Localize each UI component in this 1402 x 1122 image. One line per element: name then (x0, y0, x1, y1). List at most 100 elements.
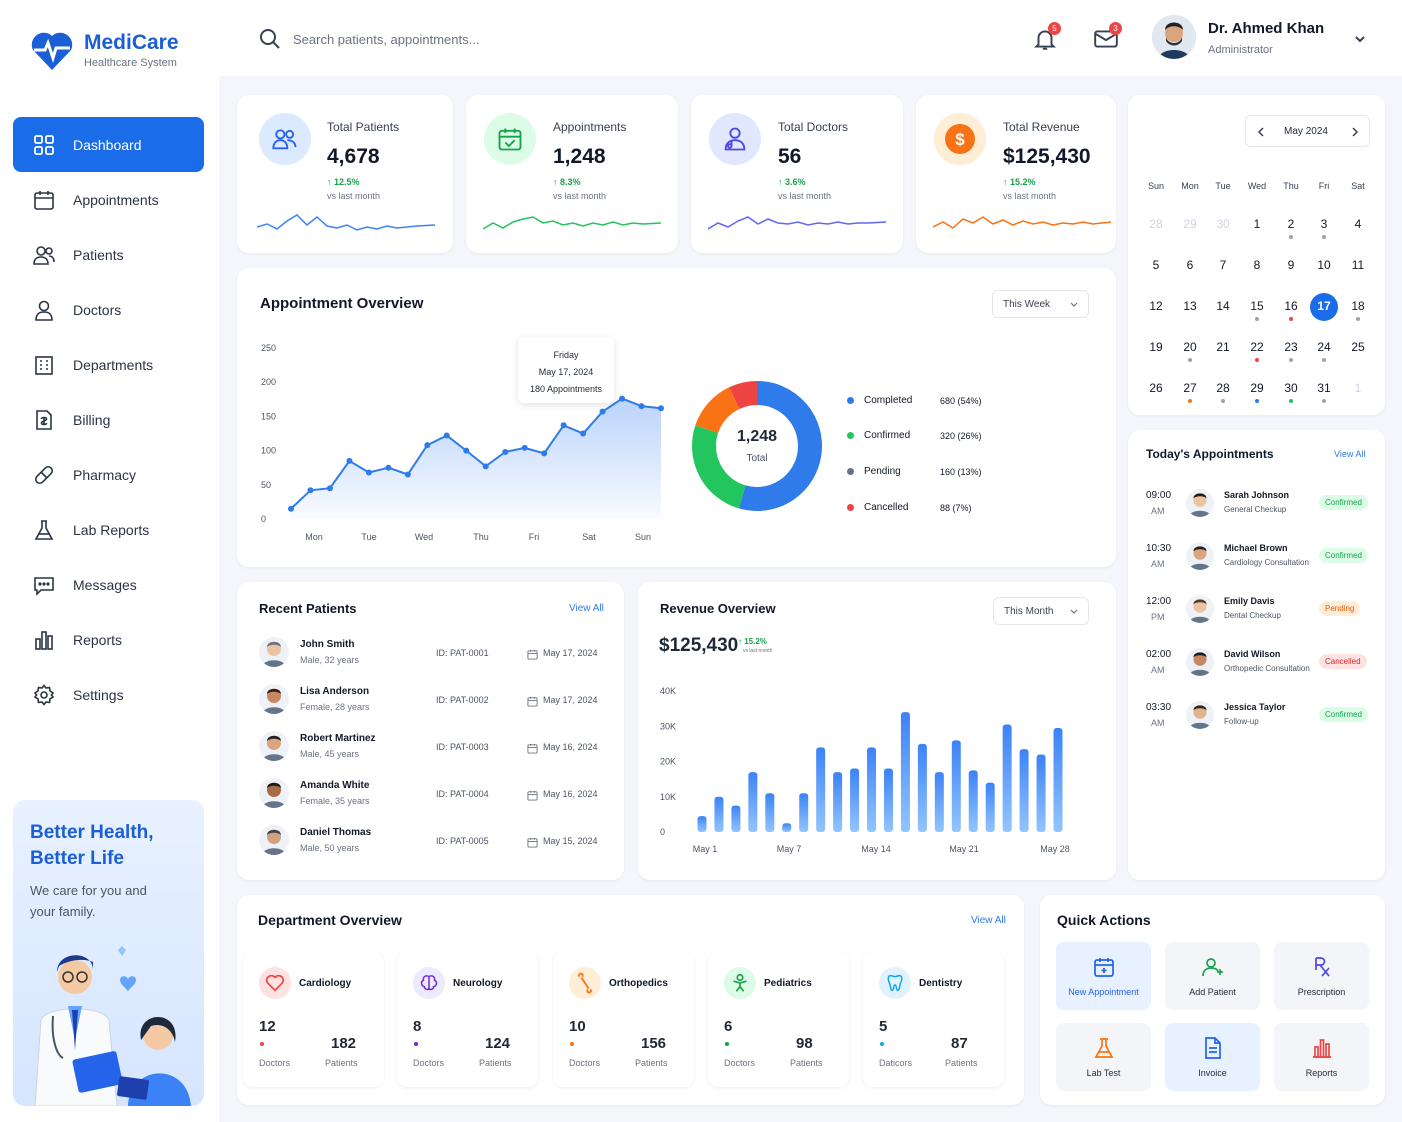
revenue-bar[interactable] (1002, 724, 1012, 832)
calendar-day[interactable]: 16 (1276, 299, 1306, 313)
calendar-day[interactable]: 9 (1276, 258, 1306, 272)
calendar-day[interactable]: 1 (1343, 381, 1373, 395)
appointment-patient-name[interactable]: Emily Davis (1224, 596, 1275, 606)
sidebar-item-doctors[interactable]: Doctors (13, 282, 204, 337)
notifications-button[interactable]: 5 (1032, 22, 1061, 57)
calendar-day[interactable]: 11 (1343, 258, 1373, 272)
sidebar-item-pharmacy[interactable]: Pharmacy (13, 447, 204, 502)
data-point[interactable] (560, 422, 567, 429)
revenue-bar[interactable] (883, 768, 893, 832)
messages-button[interactable]: 3 (1093, 22, 1122, 57)
revenue-bar[interactable] (1019, 749, 1029, 832)
patient-name[interactable]: Daniel Thomas (300, 827, 371, 838)
calendar-day[interactable]: 10 (1309, 258, 1339, 272)
search-input[interactable]: Search patients, appointments... (293, 32, 479, 47)
revenue-bar[interactable] (782, 823, 792, 832)
data-point[interactable] (424, 442, 431, 449)
calendar-day[interactable]: 28 (1208, 381, 1238, 395)
appointment-patient-name[interactable]: David Wilson (1224, 649, 1280, 659)
data-point[interactable] (385, 464, 392, 471)
view-all-link[interactable]: View All (971, 915, 1006, 926)
donut-slice-completed[interactable] (738, 381, 822, 511)
calendar-day[interactable]: 19 (1141, 340, 1171, 354)
data-point[interactable] (404, 471, 411, 478)
revenue-bar[interactable] (765, 793, 775, 832)
revenue-bar[interactable] (1036, 754, 1046, 832)
calendar-day[interactable]: 17 (1309, 299, 1339, 313)
data-point[interactable] (638, 403, 645, 410)
search-bar[interactable]: Search patients, appointments... (259, 28, 479, 50)
calendar-day[interactable]: 29 (1175, 217, 1205, 231)
data-point[interactable] (541, 450, 548, 457)
data-point[interactable] (326, 485, 333, 492)
data-point[interactable] (619, 395, 626, 402)
data-point[interactable] (599, 408, 606, 415)
revenue-bar[interactable] (816, 747, 826, 832)
user-avatar[interactable] (1152, 15, 1196, 59)
sidebar-item-appointments[interactable]: Appointments (13, 172, 204, 227)
patient-name[interactable]: Robert Martinez (300, 733, 376, 744)
data-point[interactable] (580, 430, 587, 437)
data-point[interactable] (365, 469, 372, 476)
quick-action-reports[interactable]: Reports (1274, 1023, 1369, 1091)
quick-action-lab-test[interactable]: Lab Test (1056, 1023, 1151, 1091)
stat-card-revenue[interactable]: $ Total Revenue $125,430 ↑ 15.2% vs last… (916, 95, 1116, 253)
calendar-day[interactable]: 29 (1242, 381, 1272, 395)
sidebar-item-departments[interactable]: Departments (13, 337, 204, 392)
revenue-bar[interactable] (799, 793, 809, 832)
data-point[interactable] (658, 405, 664, 412)
calendar-day[interactable]: 30 (1276, 381, 1306, 395)
revenue-bar[interactable] (850, 768, 860, 832)
data-point[interactable] (463, 447, 470, 454)
donut-slice-pending[interactable] (695, 387, 740, 434)
calendar-day[interactable]: 14 (1208, 299, 1238, 313)
sidebar-item-dashboard[interactable]: Dashboard (13, 117, 204, 172)
calendar-day[interactable]: 24 (1309, 340, 1339, 354)
data-point[interactable] (288, 505, 294, 512)
calendar-day[interactable]: 27 (1175, 381, 1205, 395)
revenue-bar[interactable] (900, 712, 910, 832)
calendar-day[interactable]: 18 (1343, 299, 1373, 313)
data-point[interactable] (307, 487, 314, 494)
calendar-day[interactable]: 31 (1309, 381, 1339, 395)
calendar-day[interactable]: 3 (1309, 217, 1339, 231)
view-all-link[interactable]: View All (1334, 449, 1365, 459)
patient-name[interactable]: Amanda White (300, 780, 369, 791)
calendar-day[interactable]: 21 (1208, 340, 1238, 354)
revenue-bar[interactable] (867, 747, 877, 832)
sidebar-item-reports[interactable]: Reports (13, 612, 204, 667)
calendar-day[interactable]: 6 (1175, 258, 1205, 272)
appointment-patient-name[interactable]: Jessica Taylor (1224, 702, 1285, 712)
calendar-day[interactable]: 13 (1175, 299, 1205, 313)
quick-action-invoice[interactable]: Invoice (1165, 1023, 1260, 1091)
revenue-bar[interactable] (951, 740, 961, 832)
sidebar-item-settings[interactable]: Settings (13, 667, 204, 722)
revenue-bar[interactable] (697, 816, 707, 832)
calendar-day[interactable]: 30 (1208, 217, 1238, 231)
sidebar-item-lab-reports[interactable]: Lab Reports (13, 502, 204, 557)
revenue-bar[interactable] (714, 796, 724, 832)
chevron-down-icon[interactable] (1353, 32, 1367, 46)
sidebar-item-patients[interactable]: Patients (13, 227, 204, 282)
revenue-bar[interactable] (1053, 728, 1063, 832)
calendar-day[interactable]: 4 (1343, 217, 1373, 231)
calendar-day[interactable]: 1 (1242, 217, 1272, 231)
revenue-bar[interactable] (968, 770, 978, 832)
donut-slice-cancelled[interactable] (729, 381, 758, 410)
appointment-patient-name[interactable]: Sarah Johnson (1224, 490, 1289, 500)
revenue-bar[interactable] (833, 772, 843, 832)
appointment-patient-name[interactable]: Michael Brown (1224, 543, 1288, 553)
calendar-day[interactable]: 25 (1343, 340, 1373, 354)
patient-name[interactable]: Lisa Anderson (300, 686, 369, 697)
data-point[interactable] (346, 457, 353, 464)
data-point[interactable] (521, 444, 528, 451)
sidebar-item-messages[interactable]: Messages (13, 557, 204, 612)
revenue-bar[interactable] (985, 782, 995, 832)
calendar-day[interactable]: 7 (1208, 258, 1238, 272)
stat-card-appointments[interactable]: Appointments 1,248 ↑ 8.3% vs last month (466, 95, 678, 253)
app-logo[interactable]: MediCare Healthcare System (28, 28, 179, 72)
revenue-bar[interactable] (934, 772, 944, 832)
calendar-day[interactable]: 15 (1242, 299, 1272, 313)
calendar-day[interactable]: 28 (1141, 217, 1171, 231)
chevron-left-icon[interactable] (1256, 127, 1266, 137)
